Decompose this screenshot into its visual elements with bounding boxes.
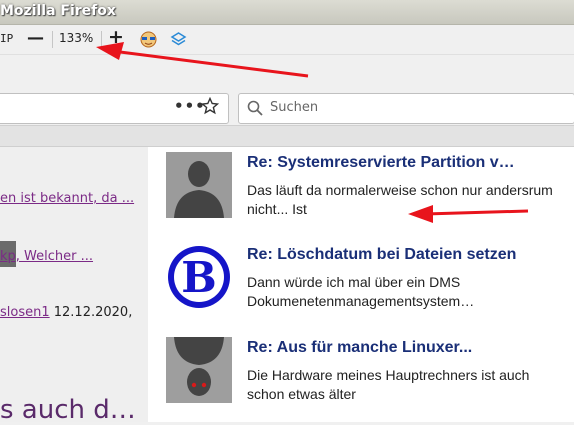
- zoom-out-button[interactable]: —: [27, 28, 44, 48]
- post-item[interactable]: Re: Systemreservierte Partition v… Das l…: [148, 147, 574, 237]
- zoom-in-button[interactable]: +: [108, 26, 124, 48]
- toolbar-separator: [52, 31, 53, 48]
- bookmark-star-icon[interactable]: [201, 97, 219, 115]
- post-date: 12.12.2020,: [49, 305, 133, 320]
- window-titlebar: Mozilla Firefox: [0, 0, 574, 25]
- thread-link[interactable]: en ist bekannt, da ...: [0, 191, 134, 206]
- post-title[interactable]: Re: Aus für manche Linuxer...: [247, 339, 472, 357]
- zoom-level-button[interactable]: 133%: [59, 31, 93, 45]
- ip-indicator: IP: [0, 32, 14, 45]
- post-excerpt: Das läuft da normalerweise schon nur and…: [247, 182, 553, 217]
- person-silhouette-icon: [166, 152, 232, 218]
- letter-b-logo-icon: B: [166, 244, 232, 310]
- browser-toolbar: IP — 133% +: [0, 25, 574, 55]
- author-link[interactable]: slosen1: [0, 305, 50, 320]
- post-excerpt: Dann würde ich mal über ein DMS Dokumene…: [247, 274, 475, 309]
- search-icon: [247, 100, 263, 116]
- thread-link[interactable]: kp, Welcher ...: [0, 249, 93, 264]
- navigation-bar: ••• Suchen: [0, 55, 574, 126]
- upside-down-face-icon: [166, 337, 232, 403]
- window-title: Mozilla Firefox: [0, 3, 116, 19]
- search-placeholder: Suchen: [270, 100, 319, 115]
- search-input[interactable]: Suchen: [238, 93, 574, 124]
- post-item[interactable]: B Re: Löschdatum bei Dateien setzen Dann…: [148, 239, 574, 329]
- post-item[interactable]: Re: Aus für manche Linuxer... Die Hardwa…: [148, 332, 574, 422]
- section-heading: s auch d…: [0, 395, 136, 425]
- url-bar[interactable]: •••: [0, 93, 229, 124]
- svg-text:B: B: [181, 253, 217, 302]
- extension-face-icon[interactable]: [140, 31, 157, 48]
- post-meta: slosen1 12.12.2020,: [0, 305, 132, 320]
- recent-posts-panel: Re: Systemreservierte Partition v… Das l…: [148, 147, 574, 422]
- layers-icon[interactable]: [170, 31, 187, 48]
- bookmarks-strip: [0, 126, 574, 147]
- left-content-column: en ist bekannt, da ... kp, Welcher ... s…: [0, 147, 148, 425]
- post-excerpt: Die Hardware meines Hauptrechners ist au…: [247, 367, 530, 402]
- post-title[interactable]: Re: Systemreservierte Partition v…: [247, 154, 515, 172]
- post-title[interactable]: Re: Löschdatum bei Dateien setzen: [247, 246, 516, 264]
- toolbar-separator: [101, 31, 102, 48]
